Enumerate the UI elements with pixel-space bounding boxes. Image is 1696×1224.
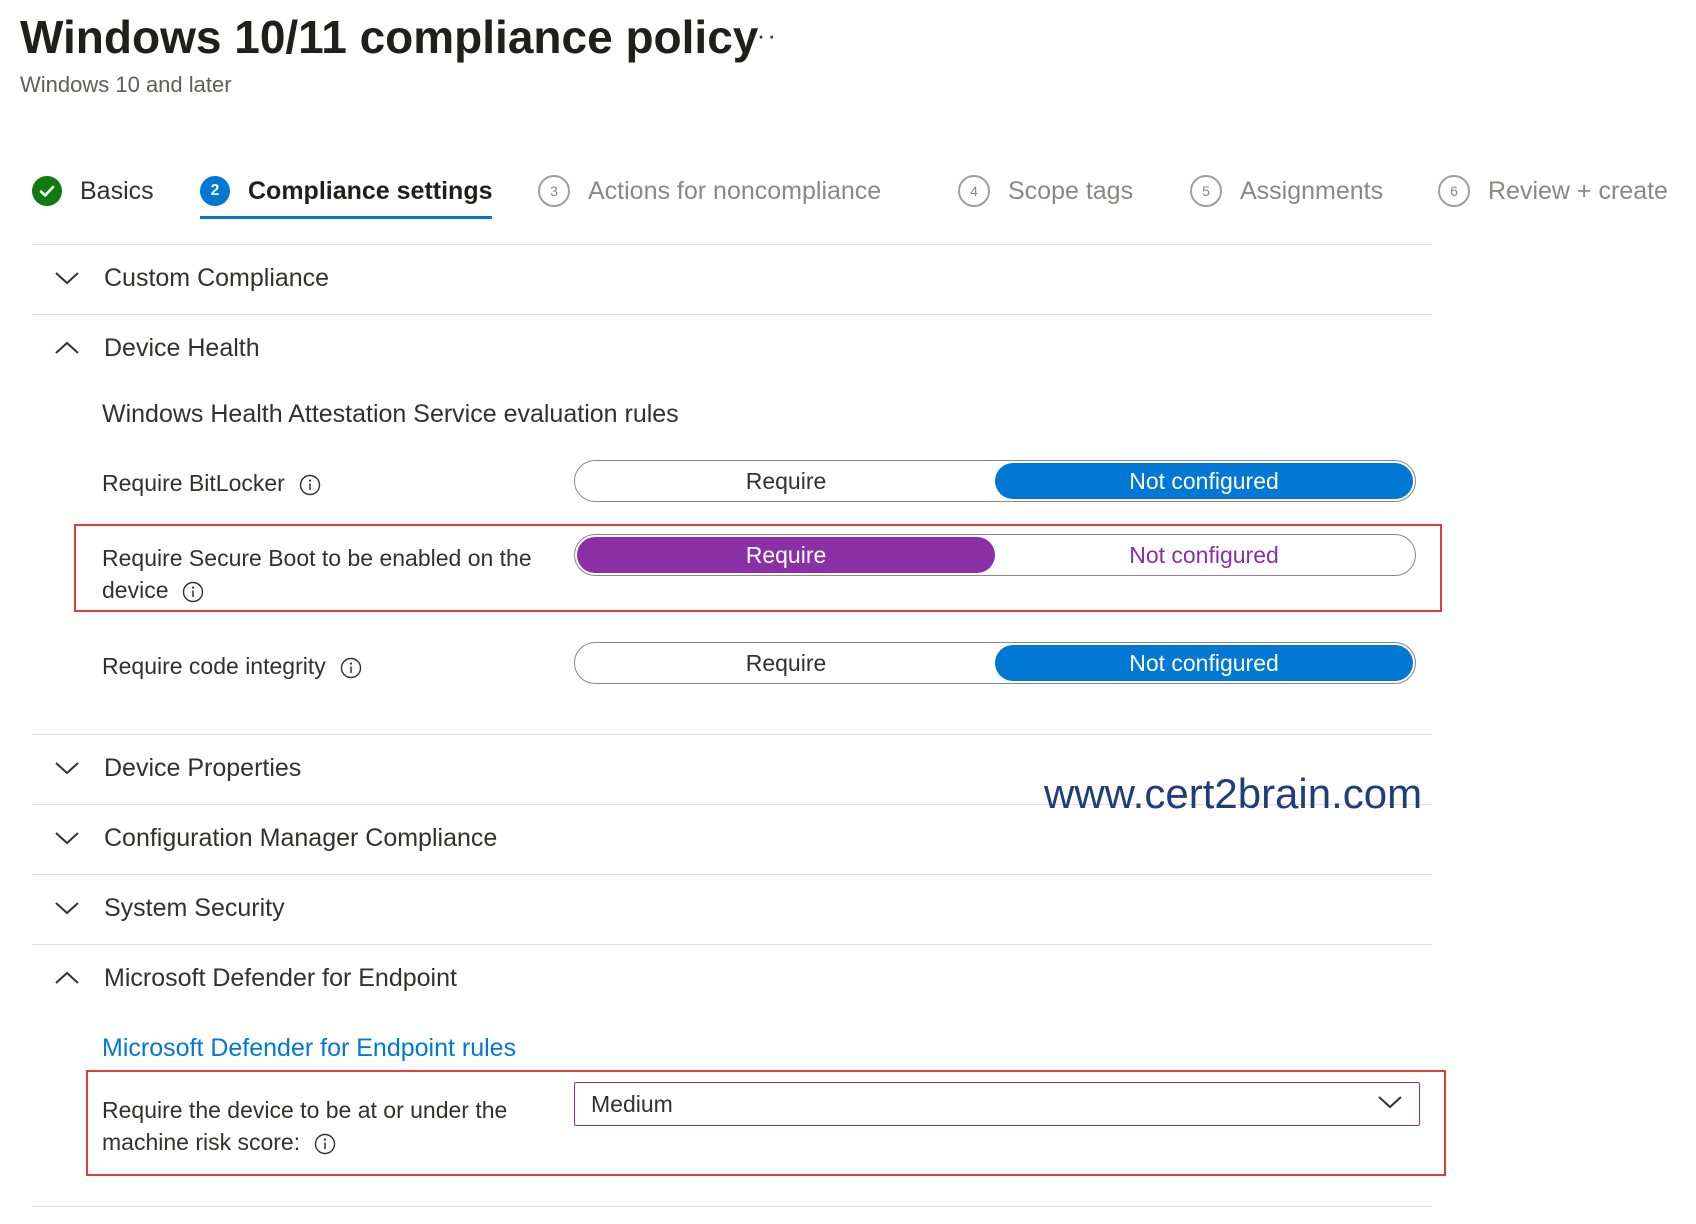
require-secure-boot-toggle[interactable]: Require Not configured: [574, 534, 1416, 576]
section-device-properties[interactable]: Device Properties: [52, 748, 301, 788]
setting-require-bitlocker-label: Require BitLocker: [102, 467, 522, 499]
step-number-badge: 2: [200, 176, 230, 206]
watermark-text: www.cert2brain.com: [1044, 770, 1423, 817]
section-device-health[interactable]: Device Health: [52, 328, 260, 368]
active-step-underline: [200, 216, 492, 219]
step-number-badge: 4: [958, 175, 990, 207]
chevron-down-icon: [1377, 1094, 1403, 1115]
machine-risk-score-dropdown[interactable]: Medium: [574, 1082, 1420, 1126]
toggle-option-require[interactable]: Require: [577, 645, 995, 681]
wizard-step-label: Assignments: [1240, 176, 1384, 205]
wizard-step-review-create[interactable]: 6 Review + create: [1438, 168, 1668, 214]
page-title: Windows 10/11 compliance policy: [20, 11, 759, 63]
toggle-option-not-configured[interactable]: Not configured: [995, 645, 1413, 681]
chevron-down-icon: [52, 263, 82, 293]
section-configuration-manager-compliance[interactable]: Configuration Manager Compliance: [52, 818, 497, 858]
more-options-button[interactable]: ···: [746, 20, 778, 51]
toggle-option-not-configured[interactable]: Not configured: [995, 463, 1413, 499]
divider: [32, 874, 1432, 875]
health-attestation-heading: Windows Health Attestation Service evalu…: [102, 400, 679, 428]
divider: [32, 244, 1432, 245]
toggle-option-not-configured[interactable]: Not configured: [995, 537, 1413, 573]
wizard-step-actions-for-noncompliance[interactable]: 3 Actions for noncompliance: [538, 168, 881, 214]
setting-require-code-integrity-label: Require code integrity: [102, 650, 522, 682]
setting-label-text: Require the device to be at or under the…: [102, 1097, 508, 1155]
wizard-step-compliance-settings[interactable]: 2 Compliance settings: [200, 168, 493, 214]
setting-label-text: Require BitLocker: [102, 470, 285, 496]
info-icon[interactable]: [182, 581, 204, 603]
step-number-badge: 3: [538, 175, 570, 207]
section-label: Device Health: [104, 333, 260, 362]
setting-label-text: Require code integrity: [102, 653, 326, 679]
divider: [32, 734, 1432, 735]
chevron-down-icon: [52, 823, 82, 853]
wizard-step-label: Review + create: [1488, 176, 1668, 205]
divider: [32, 314, 1432, 315]
divider: [32, 1206, 1432, 1207]
section-label: Device Properties: [104, 753, 302, 782]
require-code-integrity-toggle[interactable]: Require Not configured: [574, 642, 1416, 684]
section-label: Custom Compliance: [104, 263, 330, 292]
chevron-down-icon: [52, 893, 82, 923]
page-subtitle: Windows 10 and later: [20, 72, 232, 97]
wizard-step-label: Scope tags: [1008, 176, 1134, 205]
section-system-security[interactable]: System Security: [52, 888, 285, 928]
wizard-step-assignments[interactable]: 5 Assignments: [1190, 168, 1383, 214]
dropdown-value: Medium: [591, 1090, 673, 1117]
setting-require-secure-boot-label: Require Secure Boot to be enabled on the…: [102, 542, 542, 606]
section-label: Microsoft Defender for Endpoint: [104, 963, 457, 992]
setting-machine-risk-score-label: Require the device to be at or under the…: [102, 1094, 562, 1158]
section-label: System Security: [104, 893, 285, 922]
section-custom-compliance[interactable]: Custom Compliance: [52, 258, 329, 298]
chevron-up-icon: [52, 963, 82, 993]
divider: [32, 944, 1432, 945]
step-number-badge: 6: [1438, 175, 1470, 207]
chevron-down-icon: [52, 753, 82, 783]
require-bitlocker-toggle[interactable]: Require Not configured: [574, 460, 1416, 502]
chevron-up-icon: [52, 333, 82, 363]
info-icon[interactable]: [299, 474, 321, 496]
wizard-step-basics[interactable]: Basics: [32, 168, 154, 214]
setting-label-text: Require Secure Boot to be enabled on the…: [102, 545, 532, 603]
checkmark-icon: [32, 176, 62, 206]
info-icon[interactable]: [340, 657, 362, 679]
step-number-badge: 5: [1190, 175, 1222, 207]
info-icon[interactable]: [314, 1133, 336, 1155]
section-microsoft-defender-for-endpoint[interactable]: Microsoft Defender for Endpoint: [52, 958, 457, 998]
toggle-option-require[interactable]: Require: [577, 463, 995, 499]
toggle-option-require[interactable]: Require: [577, 537, 995, 573]
wizard-step-label: Actions for noncompliance: [588, 176, 882, 205]
wizard-step-label: Basics: [80, 176, 154, 205]
section-label: Configuration Manager Compliance: [104, 823, 498, 852]
wizard-step-scope-tags[interactable]: 4 Scope tags: [958, 168, 1133, 214]
wizard-step-label: Compliance settings: [248, 176, 493, 205]
defender-rules-link[interactable]: Microsoft Defender for Endpoint rules: [102, 1034, 516, 1063]
